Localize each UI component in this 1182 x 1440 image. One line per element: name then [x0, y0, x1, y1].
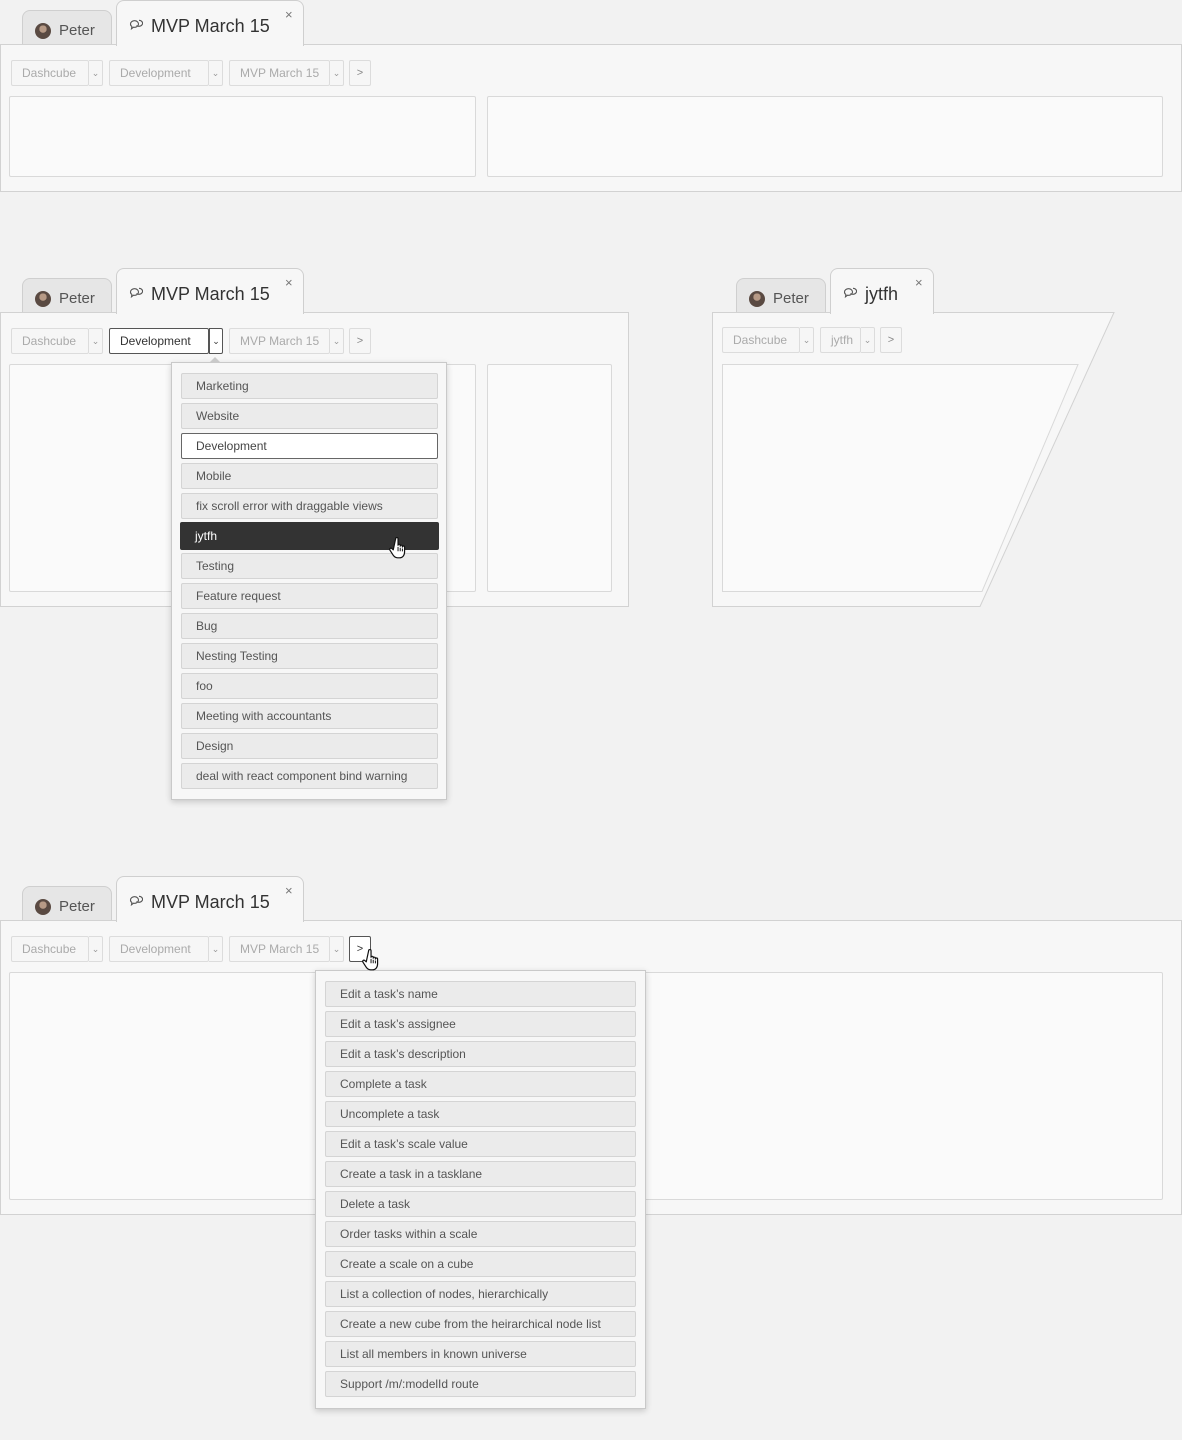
- tab-label: Peter: [773, 290, 809, 307]
- tab-label: MVP March 15: [151, 892, 270, 912]
- dropdown-item-design[interactable]: Design: [181, 733, 438, 759]
- tab-peter[interactable]: Peter: [22, 886, 112, 922]
- breadcrumb-dashcube[interactable]: Dashcube: [722, 327, 800, 353]
- dropdown-item-create-task[interactable]: Create a task in a tasklane: [325, 1161, 636, 1187]
- chevron-down-icon[interactable]: ⌄: [330, 328, 344, 354]
- user-avatar-icon: [749, 291, 765, 307]
- user-avatar-icon: [35, 291, 51, 307]
- breadcrumb-dashcube[interactable]: Dashcube: [11, 60, 89, 86]
- close-icon[interactable]: ×: [285, 884, 293, 897]
- tab-mvp-march-15[interactable]: MVP March 15 ×: [116, 876, 304, 922]
- actions-dropdown: Edit a task’s name Edit a task’s assigne…: [315, 970, 646, 1409]
- user-avatar-icon: [35, 23, 51, 39]
- tab-peter[interactable]: Peter: [22, 10, 112, 46]
- close-icon[interactable]: ×: [285, 8, 293, 21]
- next-button[interactable]: >: [349, 328, 371, 354]
- dropdown-item-feature-request[interactable]: Feature request: [181, 583, 438, 609]
- cube-panel-toolbar: Dashcube ⌄ jytfh ⌄ >: [712, 312, 1112, 372]
- tab-label: MVP March 15: [151, 284, 270, 304]
- breadcrumb-mvp[interactable]: MVP March 15: [229, 936, 330, 962]
- dropdown-item-meeting[interactable]: Meeting with accountants: [181, 703, 438, 729]
- tab-label: MVP March 15: [151, 16, 270, 36]
- breadcrumb-mvp[interactable]: MVP March 15: [229, 328, 330, 354]
- chevron-down-icon[interactable]: ⌄: [800, 327, 814, 353]
- tab-label: Peter: [59, 898, 95, 915]
- next-button[interactable]: >: [880, 327, 902, 353]
- chevron-down-icon[interactable]: ⌄: [209, 936, 223, 962]
- user-avatar-icon: [35, 899, 51, 915]
- tab-label: Peter: [59, 22, 95, 39]
- chevron-down-icon[interactable]: ⌄: [89, 936, 103, 962]
- content-box-left: [9, 96, 476, 177]
- dropdown-item-order-tasks[interactable]: Order tasks within a scale: [325, 1221, 636, 1247]
- chat-bubbles-icon: [843, 287, 857, 298]
- dropdown-item-mobile[interactable]: Mobile: [181, 463, 438, 489]
- hand-pointer-icon: [389, 536, 406, 559]
- dropdown-item-website[interactable]: Website: [181, 403, 438, 429]
- tab-mvp-march-15[interactable]: MVP March 15 ×: [116, 0, 304, 46]
- chevron-down-icon[interactable]: ⌄: [209, 60, 223, 86]
- hand-pointer-icon: [362, 948, 379, 971]
- next-button[interactable]: >: [349, 60, 371, 86]
- dropdown-item-delete-task[interactable]: Delete a task: [325, 1191, 636, 1217]
- dropdown-item-list-nodes[interactable]: List a collection of nodes, hierarchical…: [325, 1281, 636, 1307]
- tab-peter[interactable]: Peter: [736, 278, 826, 314]
- dropdown-item-foo[interactable]: foo: [181, 673, 438, 699]
- dropdown-pointer: [210, 357, 220, 362]
- tab-label: jytfh: [865, 284, 899, 304]
- tab-mvp-march-15[interactable]: MVP March 15 ×: [116, 268, 304, 314]
- category-dropdown: Marketing Website Development Mobile fix…: [171, 362, 447, 800]
- dropdown-item-react-warning[interactable]: deal with react component bind warning: [181, 763, 438, 789]
- chevron-down-icon[interactable]: ⌄: [861, 327, 875, 353]
- content-box-right: [487, 96, 1163, 177]
- dropdown-item-edit-description[interactable]: Edit a task’s description: [325, 1041, 636, 1067]
- dropdown-item-development[interactable]: Development: [181, 433, 438, 459]
- chevron-down-icon[interactable]: ⌄: [330, 60, 344, 86]
- breadcrumb-development[interactable]: Development: [109, 328, 209, 354]
- dropdown-item-edit-scale[interactable]: Edit a task’s scale value: [325, 1131, 636, 1157]
- chat-bubbles-icon: [129, 287, 143, 298]
- content-box-right: [487, 364, 612, 592]
- breadcrumb-mvp[interactable]: MVP March 15: [229, 60, 330, 86]
- dropdown-item-list-members[interactable]: List all members in known universe: [325, 1341, 636, 1367]
- close-icon[interactable]: ×: [285, 276, 293, 289]
- chevron-down-icon[interactable]: ⌄: [89, 328, 103, 354]
- chat-bubbles-icon: [129, 19, 143, 30]
- chevron-down-icon[interactable]: ⌄: [209, 328, 223, 354]
- chevron-down-icon[interactable]: ⌄: [330, 936, 344, 962]
- cube-panel: Dashcube ⌄ Development ⌄ MVP March 15 ⌄ …: [0, 44, 1182, 192]
- dropdown-item-nesting-testing[interactable]: Nesting Testing: [181, 643, 438, 669]
- dropdown-item-complete[interactable]: Complete a task: [325, 1071, 636, 1097]
- dropdown-item-create-scale[interactable]: Create a scale on a cube: [325, 1251, 636, 1277]
- dropdown-item-create-cube[interactable]: Create a new cube from the heirarchical …: [325, 1311, 636, 1337]
- tab-jytfh[interactable]: jytfh ×: [830, 268, 934, 314]
- breadcrumb-development[interactable]: Development: [109, 936, 209, 962]
- breadcrumb-jytfh[interactable]: jytfh: [820, 327, 861, 353]
- dropdown-item-uncomplete[interactable]: Uncomplete a task: [325, 1101, 636, 1127]
- chat-bubbles-icon: [129, 895, 143, 906]
- breadcrumb-dashcube[interactable]: Dashcube: [11, 936, 89, 962]
- dropdown-item-marketing[interactable]: Marketing: [181, 373, 438, 399]
- breadcrumb-dashcube[interactable]: Dashcube: [11, 328, 89, 354]
- chevron-down-icon[interactable]: ⌄: [89, 60, 103, 86]
- close-icon[interactable]: ×: [915, 276, 923, 289]
- dropdown-item-support-route[interactable]: Support /m/:modelId route: [325, 1371, 636, 1397]
- tab-label: Peter: [59, 290, 95, 307]
- breadcrumb-development[interactable]: Development: [109, 60, 209, 86]
- dropdown-item-fix-scroll[interactable]: fix scroll error with draggable views: [181, 493, 438, 519]
- tab-peter[interactable]: Peter: [22, 278, 112, 314]
- dropdown-item-bug[interactable]: Bug: [181, 613, 438, 639]
- dropdown-item-edit-assignee[interactable]: Edit a task’s assignee: [325, 1011, 636, 1037]
- dropdown-item-edit-name[interactable]: Edit a task’s name: [325, 981, 636, 1007]
